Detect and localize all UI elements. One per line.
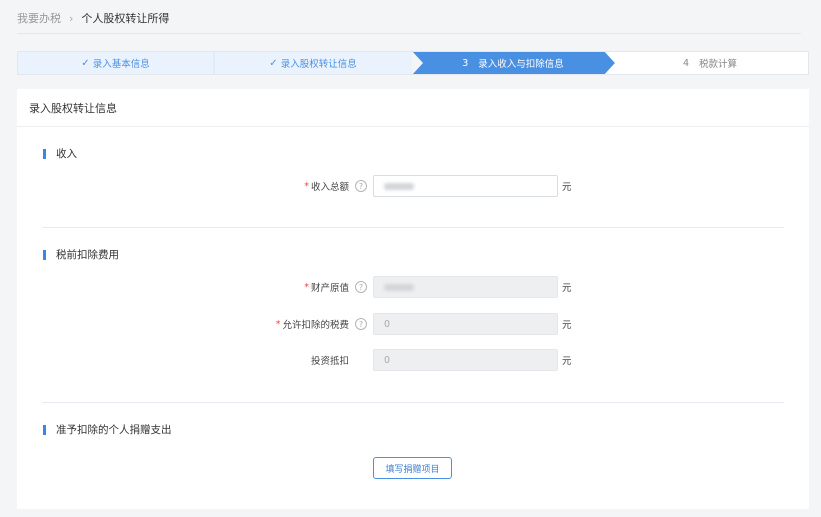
original-value-label-text: 财产原值 xyxy=(310,283,349,294)
section-title: 收入 xyxy=(56,148,77,160)
section-donation: 准予扣除的个人捐赠支出 xyxy=(43,422,172,437)
unit-label: 元 xyxy=(562,182,572,193)
unit-label: 元 xyxy=(562,320,572,331)
step-label: 录入收入与扣除信息 xyxy=(478,59,564,70)
step-label: 录入股权转让信息 xyxy=(280,59,357,70)
step-tax-calculation: 4 税款计算 xyxy=(611,51,809,75)
unit-label: 元 xyxy=(562,356,572,367)
step-basic-info: ✓ 录入基本信息 xyxy=(17,51,214,75)
section-income: 收入 xyxy=(43,146,77,161)
step-number: 3 xyxy=(462,57,469,69)
step-equity-info: ✓ 录入股权转让信息 xyxy=(214,51,412,75)
section-title: 准予扣除的个人捐赠支出 xyxy=(56,424,172,436)
check-icon: ✓ xyxy=(81,57,90,69)
step-number: 4 xyxy=(682,57,690,69)
required-mark: * xyxy=(304,180,309,192)
section-marker xyxy=(43,424,46,435)
breadcrumb-separator-icon: › xyxy=(69,11,74,25)
required-mark: * xyxy=(304,281,309,293)
total-income-label-text: 收入总额 xyxy=(310,182,349,193)
section-marker xyxy=(43,249,46,260)
breadcrumb: 我要办税 › 个人股权转让所得 xyxy=(17,10,169,26)
allowed-tax-input[interactable]: 0 xyxy=(373,313,558,335)
allowed-tax-label-text: 允许扣除的税费 xyxy=(282,320,349,331)
check-icon: ✓ xyxy=(269,57,278,69)
required-mark: * xyxy=(275,318,281,330)
section-deduction: 税前扣除费用 xyxy=(43,247,119,262)
help-icon[interactable]: ? xyxy=(355,180,367,192)
help-icon[interactable]: ? xyxy=(355,318,367,330)
allowed-tax-label: * 允许扣除的税费 xyxy=(276,313,349,335)
masked-value xyxy=(384,182,414,190)
step-income-deduction: 3 录入收入与扣除信息 xyxy=(417,51,609,75)
investment-offset-label-text: 投资抵扣 xyxy=(310,356,349,367)
original-value-label: * 财产原值 xyxy=(304,276,349,298)
original-value-input[interactable] xyxy=(373,276,558,298)
unit-label: 元 xyxy=(562,283,572,294)
form-card: 录入股权转让信息 收入 * 收入总额 ? 元 税前扣除费用 * 财产原值 ? 元… xyxy=(17,89,809,509)
investment-offset-label: 投资抵扣 xyxy=(311,349,349,371)
investment-offset-input[interactable]: 0 xyxy=(373,349,558,371)
card-title-divider xyxy=(17,126,809,127)
fill-donation-button[interactable]: 填写捐赠项目 xyxy=(373,457,452,479)
section-divider xyxy=(42,402,784,403)
header-divider xyxy=(17,33,801,34)
total-income-label: * 收入总额 xyxy=(304,175,349,197)
step-label: 录入基本信息 xyxy=(92,59,150,70)
total-income-input[interactable] xyxy=(373,175,558,197)
card-title: 录入股权转让信息 xyxy=(29,102,117,115)
breadcrumb-current: 个人股权转让所得 xyxy=(81,12,170,25)
breadcrumb-parent-link[interactable]: 我要办税 xyxy=(17,10,61,26)
help-icon[interactable]: ? xyxy=(355,281,367,293)
masked-value xyxy=(384,283,414,291)
step-label: 税款计算 xyxy=(699,59,738,70)
step-progress: ✓ 录入基本信息 ✓ 录入股权转让信息 3 录入收入与扣除信息 4 税款计算 xyxy=(17,51,809,75)
section-title: 税前扣除费用 xyxy=(56,249,119,261)
section-marker xyxy=(43,148,46,159)
section-divider xyxy=(42,227,784,228)
